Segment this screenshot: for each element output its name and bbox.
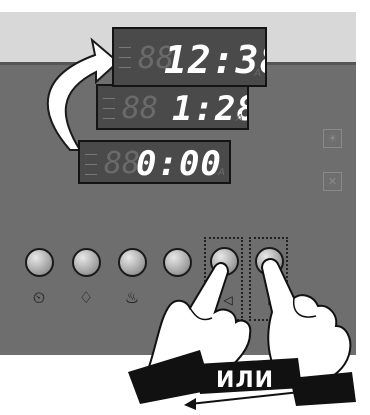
or-label: ИЛИ (215, 368, 275, 393)
double-arrow (189, 391, 301, 405)
hands-illustration (128, 258, 356, 410)
